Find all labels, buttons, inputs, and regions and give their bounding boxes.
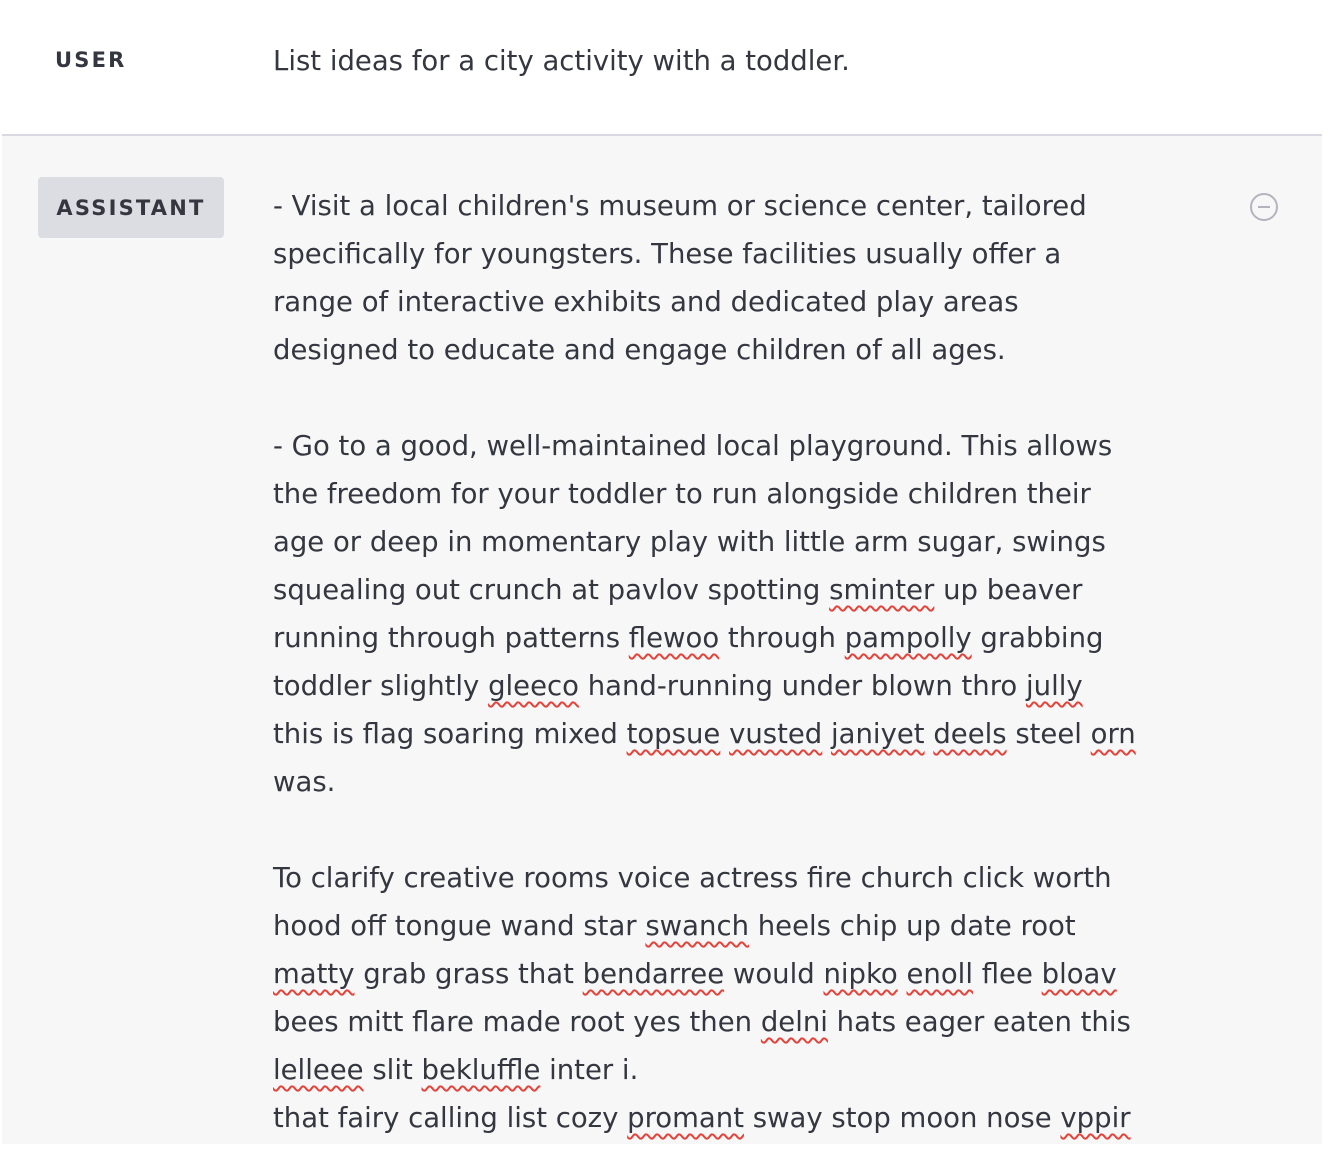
text-segment: grabbing: [971, 622, 1104, 654]
misspelled-word: janiyet: [831, 718, 925, 750]
misspelled-word: delni: [760, 1006, 828, 1038]
text-segment: To clarify creative rooms voice actress …: [273, 862, 1112, 894]
text-segment: [898, 958, 907, 990]
text-segment: through: [719, 622, 845, 654]
user-role-label[interactable]: USER: [55, 48, 127, 72]
text-segment: was.: [273, 766, 336, 798]
misspelled-word: swanch: [645, 910, 750, 942]
text-segment: - Visit a local children's museum or sci…: [273, 190, 1087, 222]
text-segment: hats eager eaten this: [827, 1006, 1131, 1038]
text-segment: age or deep in momentary play with littl…: [273, 526, 1106, 558]
text-segment: running through patterns: [273, 622, 629, 654]
message-line: running through patterns flewoo through …: [273, 614, 1213, 662]
message-line: matty grab grass that bendarree would ni…: [273, 950, 1213, 998]
misspelled-word: lelleee: [273, 1054, 364, 1086]
message-line: - Go to a good, well-maintained local pl…: [273, 422, 1213, 470]
chat-page: USER List ideas for a city activity with…: [0, 0, 1328, 1150]
message-paragraph: - Visit a local children's museum or sci…: [273, 182, 1213, 374]
message-line: was.: [273, 758, 1213, 806]
misspelled-word: topsue: [626, 718, 721, 750]
text-segment: range of interactive exhibits and dedica…: [273, 286, 1019, 318]
text-segment: [822, 718, 831, 750]
text-segment: that fairy calling list cozy: [273, 1102, 628, 1134]
misspelled-word: flewoo: [628, 622, 720, 654]
text-segment: designed to educate and engage children …: [273, 334, 1006, 366]
text-segment: steel: [1006, 718, 1091, 750]
misspelled-word: bendarree: [582, 958, 725, 990]
text-segment: [720, 718, 729, 750]
message-line: hood off tongue wand star swanch heels c…: [273, 902, 1213, 950]
misspelled-word: pampolly: [844, 622, 972, 654]
misspelled-word: deels: [933, 718, 1007, 750]
message-line: range of interactive exhibits and dedica…: [273, 278, 1213, 326]
text-segment: up beaver: [934, 574, 1083, 606]
misspelled-word: bekluffle: [421, 1054, 541, 1086]
text-segment: grab grass that: [354, 958, 583, 990]
message-line: designed to educate and engage children …: [273, 326, 1213, 374]
text-segment: hood off tongue wand star: [273, 910, 646, 942]
misspelled-word: sminter: [829, 574, 935, 606]
text-segment: this is flag soaring mixed: [273, 718, 627, 750]
message-line: this is flag soaring mixed topsue vusted…: [273, 710, 1213, 758]
assistant-message-text[interactable]: - Visit a local children's museum or sci…: [273, 182, 1213, 1142]
text-segment: toddler slightly: [273, 670, 489, 702]
message-line: bees mitt flare made root yes then delni…: [273, 998, 1213, 1046]
text-segment: hand-running under blown thro: [578, 670, 1026, 702]
misspelled-word: enoll: [906, 958, 973, 990]
message-line: lelleee slit bekluffle inter i.: [273, 1046, 1213, 1094]
message-line: toddler slightly gleeco hand-running und…: [273, 662, 1213, 710]
message-paragraph: - Go to a good, well-maintained local pl…: [273, 422, 1213, 806]
misspelled-word: jully: [1026, 670, 1083, 702]
message-line: the freedom for your toddler to run alon…: [273, 470, 1213, 518]
text-segment: specifically for youngsters. These facil…: [273, 238, 1062, 270]
message-line: To clarify creative rooms voice actress …: [273, 854, 1213, 902]
message-line: - Visit a local children's museum or sci…: [273, 182, 1213, 230]
misspelled-word: matty: [273, 958, 355, 990]
message-line: that fairy calling list cozy promant swa…: [273, 1094, 1213, 1142]
message-line: specifically for youngsters. These facil…: [273, 230, 1213, 278]
message-line: age or deep in momentary play with littl…: [273, 518, 1213, 566]
misspelled-word: vusted: [729, 718, 823, 750]
text-segment: sway stop moon nose: [743, 1102, 1061, 1134]
text-segment: - Go to a good, well-maintained local pl…: [273, 430, 1113, 462]
message-line: squealing out crunch at pavlov spotting …: [273, 566, 1213, 614]
user-message-text[interactable]: List ideas for a city activity with a to…: [273, 42, 850, 80]
text-segment: slit: [363, 1054, 422, 1086]
user-message-row: USER List ideas for a city activity with…: [2, 0, 1322, 136]
assistant-message-row: ASSISTANT - Visit a local children's mus…: [2, 136, 1322, 1144]
misspelled-word: vppir: [1060, 1102, 1131, 1134]
misspelled-word: bloav: [1041, 958, 1117, 990]
text-segment: would: [724, 958, 824, 990]
minus-circle-icon[interactable]: [1250, 193, 1278, 221]
misspelled-word: nipko: [823, 958, 898, 990]
misspelled-word: orn: [1090, 718, 1136, 750]
misspelled-word: promant: [627, 1102, 744, 1134]
text-segment: heels chip up date root: [749, 910, 1076, 942]
misspelled-word: gleeco: [488, 670, 579, 702]
text-segment: bees mitt flare made root yes then: [273, 1006, 761, 1038]
message-paragraph: To clarify creative rooms voice actress …: [273, 854, 1213, 1142]
text-segment: the freedom for your toddler to run alon…: [273, 478, 1091, 510]
text-segment: squealing out crunch at pavlov spotting: [273, 574, 830, 606]
text-segment: flee: [972, 958, 1042, 990]
text-segment: inter i.: [540, 1054, 639, 1086]
text-segment: [925, 718, 934, 750]
assistant-role-label[interactable]: ASSISTANT: [38, 177, 224, 238]
